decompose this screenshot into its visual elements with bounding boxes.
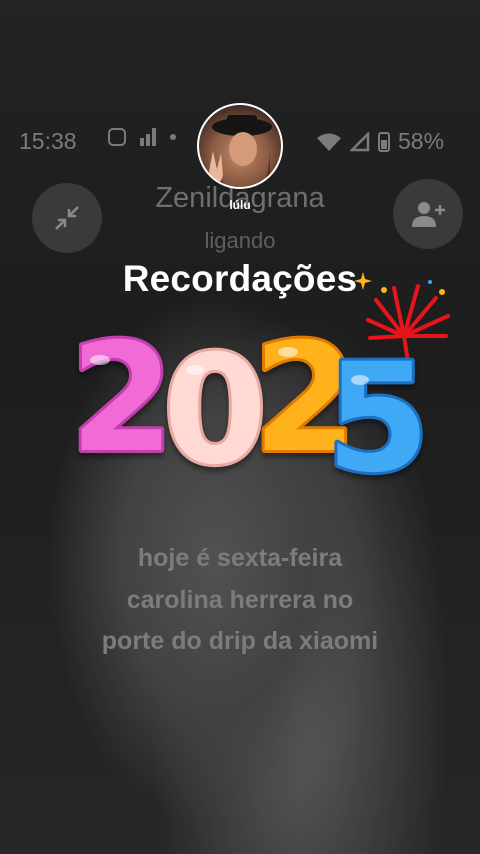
digit-2-pink: 2 bbox=[70, 312, 174, 486]
caption-line-2: carolina herrera no bbox=[126, 586, 354, 614]
profile-avatar[interactable] bbox=[197, 103, 283, 189]
caption-line-1: hoje é sexta-feira bbox=[137, 544, 343, 572]
digit-5-blue: 5 bbox=[326, 332, 430, 490]
cell-signal-icon bbox=[350, 131, 370, 151]
year-2025-sticker: 2 0 2 5 bbox=[67, 309, 433, 490]
wifi-icon bbox=[317, 133, 341, 151]
digit-0-cream: 0 bbox=[163, 324, 267, 490]
profile-photo bbox=[209, 115, 272, 187]
signal-bars-icon bbox=[140, 128, 156, 146]
battery-percent: 58% bbox=[398, 128, 445, 154]
notification-dot-icon bbox=[170, 134, 176, 140]
battery-icon bbox=[378, 131, 390, 152]
add-participant-button[interactable] bbox=[393, 179, 463, 249]
profile-name: lúlu bbox=[229, 198, 251, 212]
caption-line-3: porte do drip da xiaomi bbox=[101, 627, 379, 655]
status-time: 15:38 bbox=[19, 128, 77, 154]
instagram-icon bbox=[108, 128, 126, 146]
